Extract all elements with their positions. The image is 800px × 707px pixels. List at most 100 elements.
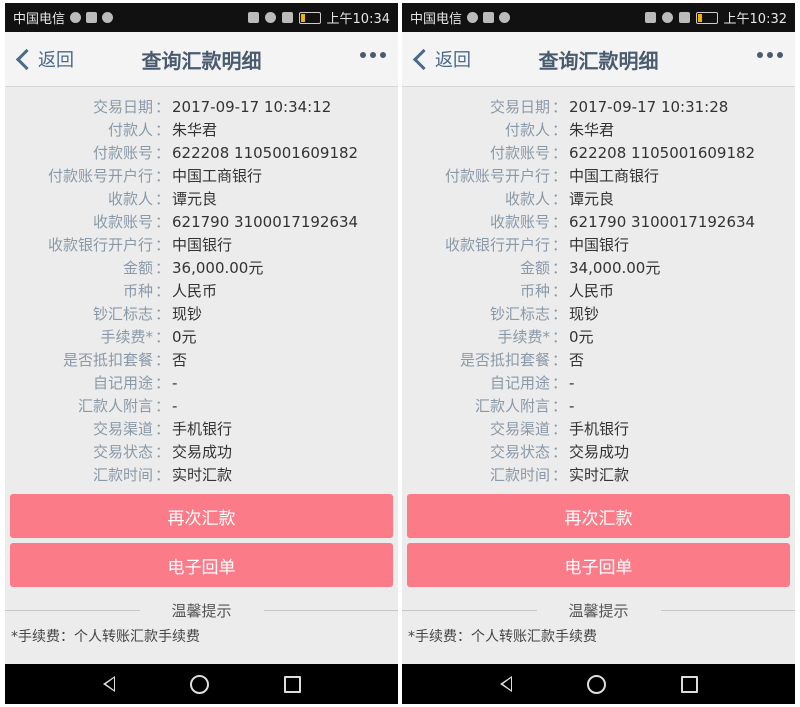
field-label: 钞汇标志 [92,305,153,323]
field-value: 现钞 [172,305,203,323]
field-value: 谭元良 [569,190,615,208]
field-value: 朱华君 [172,121,218,139]
status-bar: 中国电信 上午10:34 [5,3,398,32]
field-label: 收款账号 [489,213,550,231]
back-chevron-icon [15,48,38,70]
field-label: 付款账号开户行 [47,167,153,185]
remit-again-button[interactable]: 再次汇款 [10,494,393,538]
field-value: 手机银行 [569,420,630,438]
back-button[interactable]: 返回 [5,46,74,72]
field-separator: ： [154,259,170,277]
field-label: 付款账号开户行 [444,167,550,185]
nav-bar: 返回 查询汇款明细 [402,32,795,87]
e-receipt-button[interactable]: 电子回单 [10,543,393,587]
field-value: 2017-09-17 10:34:12 [172,98,332,116]
field-separator: ： [154,351,170,369]
field-separator: ： [154,236,170,254]
status-bar: 中国电信 上午10:32 [402,3,795,32]
detail-row: 钞汇标志：现钞 [5,303,398,326]
tips-note: *手续费：个人转账汇款手续费 [11,629,200,645]
tips-header: 温馨提示 [5,599,398,621]
detail-row: 汇款人附言： - [5,395,398,418]
field-label: 交易状态 [489,443,550,461]
detail-row: 交易渠道：手机银行 [5,418,398,441]
field-separator: ： [551,121,567,139]
field-label: 收款账号 [92,213,153,231]
detail-row: 汇款人附言： - [402,395,795,418]
field-separator: ： [154,213,170,231]
divider [402,609,537,611]
field-value: 现钞 [569,305,600,323]
field-separator: ： [154,443,170,461]
field-separator: ： [154,420,170,438]
more-icon[interactable] [757,52,783,58]
nav-back-icon[interactable] [499,676,512,692]
more-icon[interactable] [360,52,386,58]
field-value: - [569,397,575,415]
detail-row: 付款人：朱华君 [5,119,398,142]
nav-bar: 返回 查询汇款明细 [5,32,398,87]
field-label: 是否抵扣套餐 [62,351,153,369]
field-value: 622208 1105001609182 [172,144,359,162]
field-label: 付款账号 [489,144,550,162]
field-value: 否 [569,351,585,369]
field-value: 中国银行 [172,236,233,254]
remit-again-button[interactable]: 再次汇款 [407,494,790,538]
notification-icon [483,12,495,23]
detail-row: 收款银行开户行：中国银行 [5,234,398,257]
detail-row: 付款人：朱华君 [402,119,795,142]
field-value: 交易成功 [172,443,233,461]
system-nav-bar [5,664,398,704]
divider [5,609,140,611]
mute-icon [247,12,259,23]
detail-row: 付款账号开户行：中国工商银行 [402,165,795,188]
field-label: 币种 [122,282,153,300]
field-separator: ： [551,374,567,392]
detail-row: 手续费*： 0元 [5,326,398,349]
field-separator: ： [551,351,567,369]
field-label: 付款人 [107,121,153,139]
field-separator: ： [154,121,170,139]
field-label: 交易渠道 [92,420,153,438]
field-label: 是否抵扣套餐 [459,351,550,369]
battery-icon [695,11,718,24]
field-separator: ： [154,190,170,208]
screen-right: 中国电信 上午10:32 返回 查询汇款明细 交易日期： 2017-09-17 1… [402,3,795,704]
detail-row: 币种：人民币 [5,280,398,303]
carrier-label: 中国电信 [410,12,463,27]
field-label: 交易日期 [92,98,153,116]
field-separator: ： [551,167,567,185]
detail-row: 收款银行开户行：中国银行 [402,234,795,257]
field-separator: ： [551,443,567,461]
nav-recent-icon[interactable] [283,675,301,693]
battery-icon [298,11,321,24]
field-label: 币种 [519,282,550,300]
detail-row: 钞汇标志：现钞 [402,303,795,326]
field-separator: ： [154,282,170,300]
field-value: 621790 3100017192634 [172,213,359,231]
e-receipt-button[interactable]: 电子回单 [407,543,790,587]
tips-title: 温馨提示 [568,601,629,620]
field-label: 金额 [519,259,550,277]
detail-row: 金额： 34,000.00元 [402,257,795,280]
nav-back-icon[interactable] [102,676,115,692]
nav-home-icon[interactable] [586,674,606,694]
field-label: 交易日期 [489,98,550,116]
field-label: 汇款人附言 [77,397,153,415]
detail-row: 收款人：谭元良 [5,188,398,211]
back-button[interactable]: 返回 [402,46,471,72]
field-value: - [172,374,178,392]
divider [660,609,795,611]
field-value: 621790 3100017192634 [569,213,756,231]
nav-home-icon[interactable] [189,674,209,694]
nav-recent-icon[interactable] [680,675,698,693]
field-separator: ： [154,328,170,346]
detail-row: 汇款时间：实时汇款 [402,464,795,487]
cloud-icon [499,12,511,23]
field-separator: ： [551,190,567,208]
field-label: 收款人 [107,190,153,208]
field-separator: ： [551,466,567,484]
tips-note: *手续费：个人转账汇款手续费 [408,629,597,645]
field-separator: ： [154,466,170,484]
field-label: 汇款时间 [92,466,153,484]
